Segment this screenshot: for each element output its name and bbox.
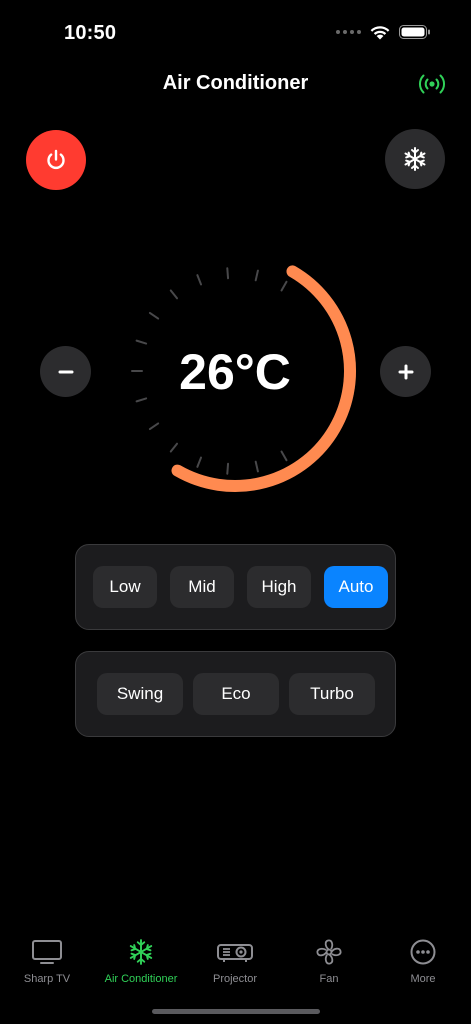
status-time: 10:50 xyxy=(64,22,117,44)
dial-tick xyxy=(280,280,288,292)
broadcast-signal-icon[interactable] xyxy=(415,70,449,98)
home-indicator xyxy=(152,1009,320,1014)
tab-air-conditioner[interactable]: Air Conditioner xyxy=(94,938,188,985)
fan-speed-high-button[interactable]: High xyxy=(247,566,311,608)
dial-tick xyxy=(254,460,259,473)
temperature-readout: 26°C xyxy=(179,344,291,400)
tab-fan[interactable]: Fan xyxy=(289,938,369,985)
power-icon xyxy=(47,149,65,169)
dial-tick xyxy=(226,267,230,280)
status-icons xyxy=(336,24,431,40)
dial-tick xyxy=(226,462,230,475)
cellular-signal-icon xyxy=(336,30,361,34)
tv-icon xyxy=(32,940,62,964)
snowflake-icon xyxy=(404,147,426,171)
fan-icon xyxy=(316,939,342,965)
fan-speed-auto-button[interactable]: Auto xyxy=(324,566,388,608)
increase-temperature-button[interactable] xyxy=(380,346,431,397)
tab-label: Air Conditioner xyxy=(104,973,178,985)
minus-icon xyxy=(58,370,73,373)
fan-speed-low-button[interactable]: Low xyxy=(93,566,157,608)
wifi-icon xyxy=(370,26,390,40)
tab-projector[interactable]: Projector xyxy=(195,938,275,985)
turbo-button[interactable]: Turbo xyxy=(289,673,375,715)
fan-speed-panel: Low Mid High Auto xyxy=(75,544,396,630)
page-title: Air Conditioner xyxy=(162,72,309,94)
tab-label: Sharp TV xyxy=(23,973,71,985)
swing-button[interactable]: Swing xyxy=(97,673,183,715)
power-button[interactable] xyxy=(26,130,86,190)
projector-icon xyxy=(217,944,253,962)
feature-panel: Swing Eco Turbo xyxy=(75,651,396,737)
dial-tick xyxy=(148,422,160,431)
dial-tick xyxy=(280,450,288,462)
tab-label: Projector xyxy=(212,973,258,985)
snowflake-icon xyxy=(129,939,153,965)
tab-label: Fan xyxy=(319,973,339,985)
eco-button[interactable]: Eco xyxy=(193,673,279,715)
decrease-temperature-button[interactable] xyxy=(40,346,91,397)
dial-tick xyxy=(196,274,203,286)
tab-sharp-tv[interactable]: Sharp TV xyxy=(7,938,87,985)
fan-speed-mid-button[interactable]: Mid xyxy=(170,566,234,608)
battery-icon xyxy=(399,25,430,39)
dial-tick xyxy=(254,269,259,282)
more-icon xyxy=(410,939,436,965)
plus-icon xyxy=(398,364,413,379)
dial-tick xyxy=(148,311,160,320)
tab-more[interactable]: More xyxy=(383,938,463,985)
tab-label: More xyxy=(410,973,436,985)
cool-mode-button[interactable] xyxy=(385,129,445,189)
dial-tick xyxy=(169,442,179,453)
dial-tick xyxy=(196,456,203,468)
dial-tick xyxy=(169,289,179,300)
